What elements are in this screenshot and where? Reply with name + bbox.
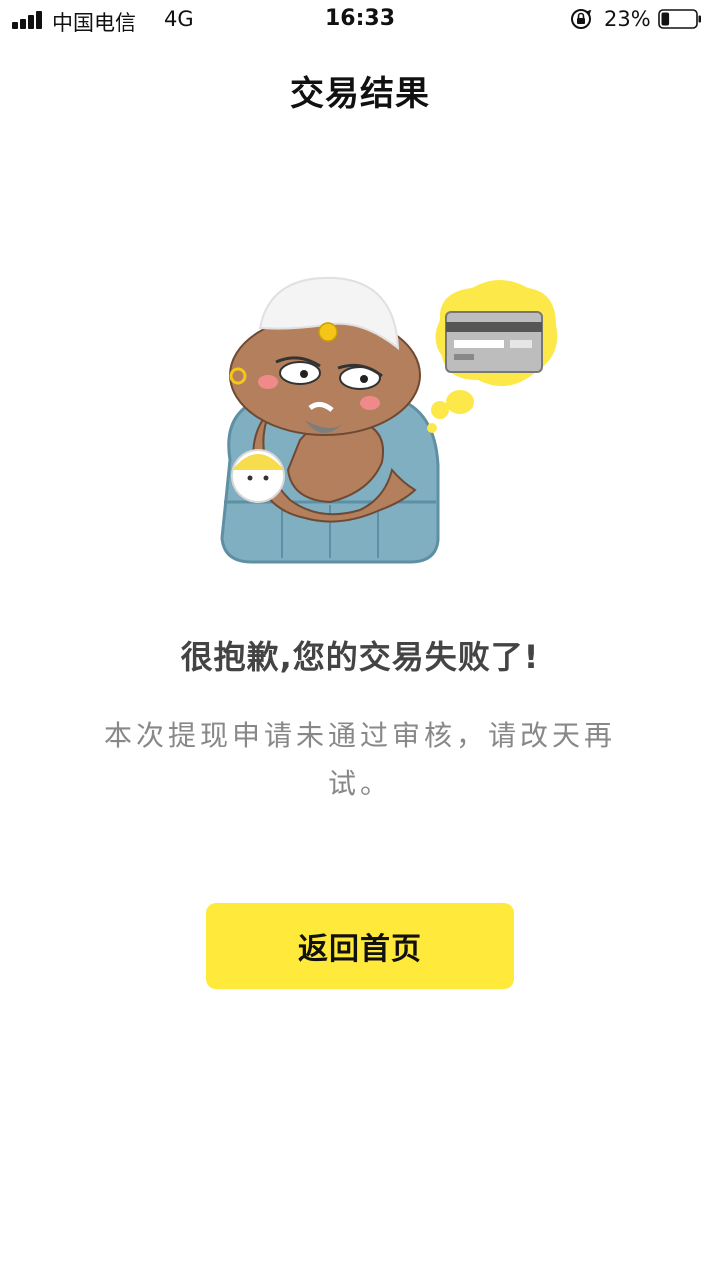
status-bar: 中国电信 4G 16:33 23% — [0, 0, 720, 40]
page-title: 交易结果 — [290, 74, 430, 114]
battery-percent: 23% — [604, 7, 651, 31]
failed-transaction-illustration — [220, 276, 558, 564]
battery-icon — [658, 9, 701, 29]
error-message: 本次提现申请未通过审核，请改天再试。 — [103, 719, 616, 800]
error-heading: 很抱歉,您的交易失败了! — [180, 638, 540, 676]
bank-card-icon — [445, 311, 543, 373]
orientation-lock-icon — [571, 9, 592, 29]
return-home-button[interactable]: 返回首页 — [206, 903, 514, 989]
